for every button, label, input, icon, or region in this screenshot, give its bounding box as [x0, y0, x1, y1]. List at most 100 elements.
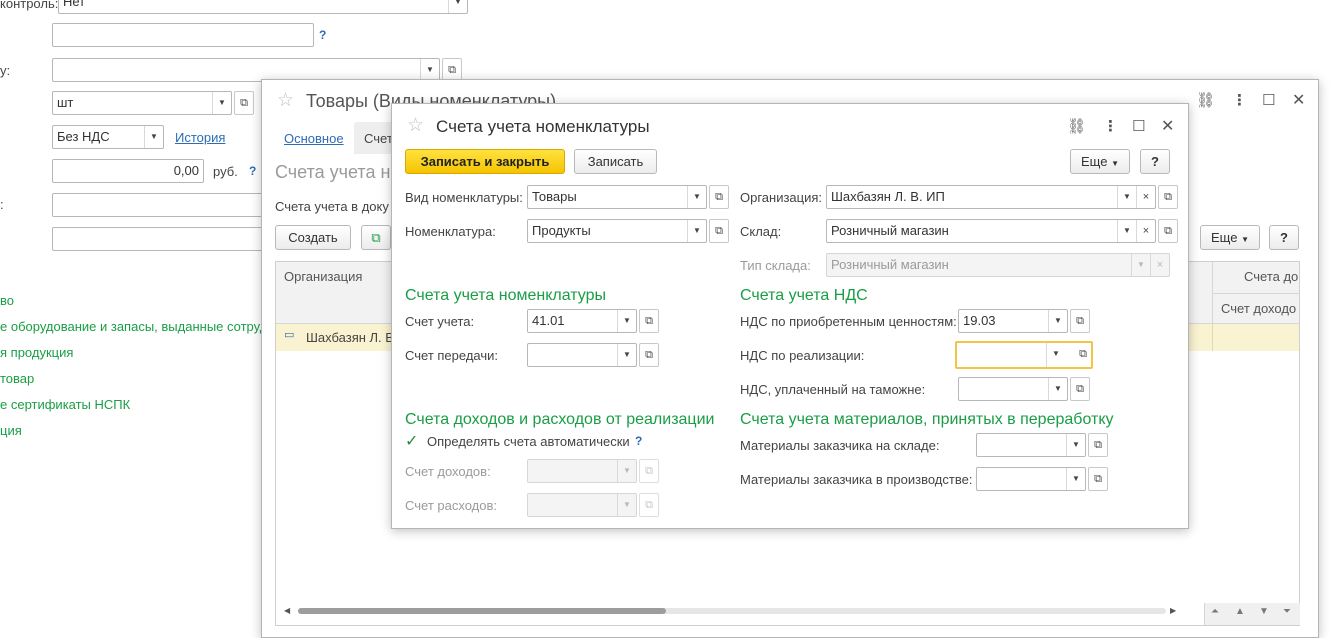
- chevron-down-icon[interactable]: ▼: [420, 59, 439, 81]
- save-button[interactable]: Записать: [574, 149, 657, 174]
- chevron-down-icon[interactable]: ▼: [687, 186, 706, 208]
- green-link[interactable]: е оборудование и запасы, выданные сотруд: [0, 314, 267, 340]
- menu-icon[interactable]: ⋮: [1103, 117, 1118, 135]
- vat-rate-select[interactable]: Без НДС ▼: [52, 125, 164, 149]
- open-icon[interactable]: ⧉: [1088, 433, 1108, 457]
- green-link[interactable]: во: [0, 288, 267, 314]
- chevron-down-icon[interactable]: ▼: [1066, 434, 1085, 456]
- close-icon[interactable]: ✕: [1161, 116, 1174, 136]
- green-link[interactable]: е сертификаты НСПК: [0, 392, 267, 418]
- prev-row-icon[interactable]: ▲: [1235, 606, 1245, 617]
- open-icon[interactable]: ⧉: [1158, 185, 1178, 209]
- open-icon[interactable]: ⧉: [639, 343, 659, 367]
- link-icon[interactable]: ⛓: [1196, 91, 1215, 109]
- scrollbar-thumb[interactable]: [298, 608, 666, 614]
- open-icon[interactable]: ⧉: [1088, 467, 1108, 491]
- create-button[interactable]: Создать: [275, 225, 351, 250]
- vat-sales-select[interactable]: ▼ ⧉: [955, 341, 1093, 369]
- green-link[interactable]: товар: [0, 366, 267, 392]
- vat-purchased-select[interactable]: 19.03 ▼: [958, 309, 1068, 333]
- tab-main[interactable]: Основное: [284, 131, 344, 146]
- org-select[interactable]: Шахбазян Л. В. ИП ▼ ×: [826, 185, 1156, 209]
- next-row-icon[interactable]: ▼: [1259, 606, 1269, 617]
- transfer-select[interactable]: ▼: [527, 343, 637, 367]
- auto-accounts-label[interactable]: Определять счета автоматически: [427, 434, 630, 449]
- amount-input[interactable]: 0,00: [52, 159, 204, 183]
- scroll-right-icon[interactable]: ▶: [1170, 606, 1176, 615]
- chevron-down-icon[interactable]: ▼: [1117, 186, 1136, 208]
- help-icon[interactable]: ?: [635, 434, 642, 448]
- auto-accounts-checkbox[interactable]: ✓: [405, 433, 419, 450]
- open-icon[interactable]: ⧉: [1158, 219, 1178, 243]
- account-label: Счет учета:: [405, 314, 475, 329]
- clear-icon[interactable]: ×: [1136, 186, 1155, 208]
- link-icon[interactable]: ⛓: [1067, 117, 1086, 135]
- green-link[interactable]: я продукция: [0, 340, 267, 366]
- maximize-icon[interactable]: ☐: [1132, 117, 1145, 135]
- chevron-down-icon: ▼: [1111, 159, 1119, 168]
- star-icon[interactable]: ☆: [277, 89, 294, 112]
- open-icon[interactable]: ⧉: [1070, 309, 1090, 333]
- chevron-down-icon[interactable]: ▼: [617, 310, 636, 332]
- open-icon[interactable]: ⧉: [1079, 343, 1087, 365]
- account-value: 41.01: [532, 313, 565, 328]
- scroll-left-icon[interactable]: ◀: [284, 606, 290, 615]
- kind-select[interactable]: Товары ▼: [527, 185, 707, 209]
- green-links-list: во е оборудование и запасы, выданные сот…: [0, 288, 267, 444]
- more-button[interactable]: Еще ▼: [1200, 225, 1260, 250]
- chevron-down-icon[interactable]: ▼: [1048, 378, 1067, 400]
- materials-production-select[interactable]: ▼: [976, 467, 1086, 491]
- open-icon[interactable]: ⧉: [234, 91, 254, 115]
- chevron-down-icon: ▼: [617, 460, 636, 482]
- chevron-down-icon[interactable]: ▼: [617, 344, 636, 366]
- horizontal-scrollbar[interactable]: [298, 608, 1166, 614]
- copy-icon[interactable]: ⧉: [361, 225, 391, 250]
- warehouse-type-label: Тип склада:: [740, 258, 811, 273]
- chevron-down-icon[interactable]: ▼: [687, 220, 706, 242]
- chevron-down-icon[interactable]: ▼: [1048, 310, 1067, 332]
- item-select[interactable]: Продукты ▼: [527, 219, 707, 243]
- help-button[interactable]: ?: [1140, 149, 1170, 174]
- more-button[interactable]: Еще ▼: [1070, 149, 1130, 174]
- vat-customs-select[interactable]: ▼: [958, 377, 1068, 401]
- accounts-dialog: ☆ Счета учета номенклатуры ⛓ ⋮ ☐ ✕ Запис…: [391, 103, 1189, 529]
- bg-text-input-2[interactable]: [52, 193, 272, 217]
- chevron-down-icon[interactable]: ▼: [1117, 220, 1136, 242]
- open-icon[interactable]: ⧉: [709, 185, 729, 209]
- chevron-down-icon[interactable]: ▼: [1046, 343, 1065, 367]
- open-icon[interactable]: ⧉: [709, 219, 729, 243]
- section-item-accounts: Счета учета номенклатуры: [405, 287, 607, 304]
- history-link[interactable]: История: [175, 130, 225, 145]
- more-label: Еще: [1081, 154, 1108, 169]
- chevron-down-icon[interactable]: ▼: [448, 0, 467, 13]
- bg-text-input[interactable]: [52, 23, 314, 47]
- help-button[interactable]: ?: [1269, 225, 1299, 250]
- last-row-icon[interactable]: ⏷: [1283, 606, 1291, 617]
- chevron-down-icon[interactable]: ▼: [212, 92, 231, 114]
- control-select[interactable]: Нет ▼: [58, 0, 468, 14]
- vat-purchased-value: 19.03: [963, 313, 996, 328]
- materials-warehouse-select[interactable]: ▼: [976, 433, 1086, 457]
- star-icon[interactable]: ☆: [407, 114, 424, 137]
- open-icon: ⧉: [639, 493, 659, 517]
- chevron-down-icon[interactable]: ▼: [144, 126, 163, 148]
- first-row-icon[interactable]: ⏶: [1211, 606, 1219, 617]
- open-icon[interactable]: ⧉: [1070, 377, 1090, 401]
- open-icon[interactable]: ⧉: [639, 309, 659, 333]
- maximize-icon[interactable]: ☐: [1262, 91, 1275, 109]
- close-icon[interactable]: ✕: [1292, 90, 1305, 110]
- save-and-close-button[interactable]: Записать и закрыть: [405, 149, 565, 174]
- help-icon[interactable]: ?: [249, 164, 256, 178]
- warehouse-label: Склад:: [740, 224, 782, 239]
- chevron-down-icon: ▼: [1241, 235, 1249, 244]
- green-link[interactable]: ция: [0, 418, 267, 444]
- more-label: Еще: [1211, 230, 1238, 245]
- help-icon[interactable]: ?: [319, 28, 326, 42]
- menu-icon[interactable]: ⋮: [1232, 91, 1247, 109]
- chevron-down-icon[interactable]: ▼: [1066, 468, 1085, 490]
- bg-text-input-3[interactable]: [52, 227, 272, 251]
- unit-select[interactable]: шт ▼: [52, 91, 232, 115]
- clear-icon[interactable]: ×: [1136, 220, 1155, 242]
- account-select[interactable]: 41.01 ▼: [527, 309, 637, 333]
- warehouse-select[interactable]: Розничный магазин ▼ ×: [826, 219, 1156, 243]
